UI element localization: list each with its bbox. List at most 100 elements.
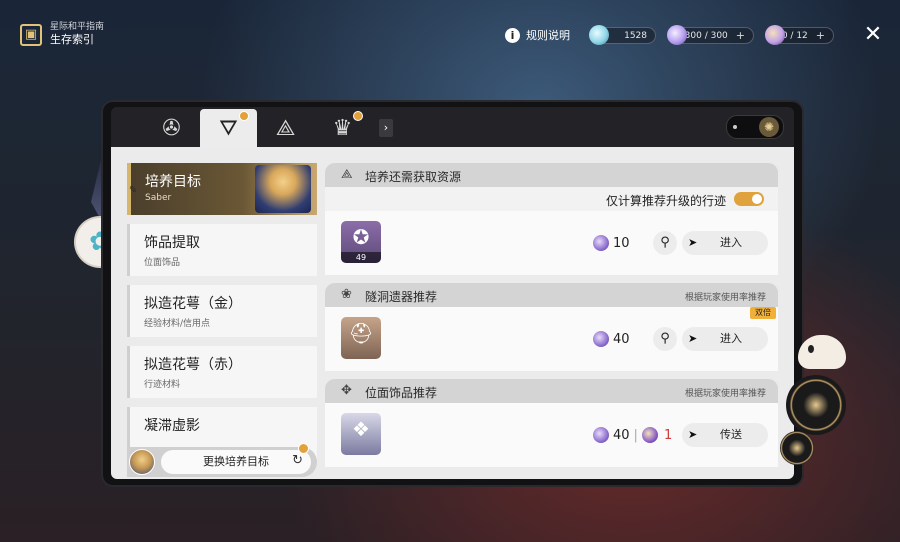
shield-triangle-icon: ⟁ <box>275 115 296 141</box>
chevron-right-icon[interactable]: › <box>379 119 393 137</box>
list-item[interactable]: 拟造花萼（赤） 行迹材料 <box>127 346 317 398</box>
brand-title: 生存索引 <box>50 33 94 46</box>
stamina-cost: 40 | 1 <box>593 423 672 447</box>
top-bar: ▣ 星际和平指南 生存索引 i 规则说明 1528 300 / 300 + 0 … <box>0 0 900 70</box>
tab-crest[interactable]: ♛ <box>314 109 371 147</box>
cost-value: 40 <box>613 331 630 347</box>
immersifier-icon <box>641 427 658 443</box>
section-header-planar: ✥ 位面饰品推荐 根据玩家使用率推荐 <box>325 379 778 403</box>
enter-button[interactable]: ➤ 进入 <box>682 327 768 351</box>
teleport-button[interactable]: ➤ 传送 <box>682 423 768 447</box>
black-flower-ornament <box>786 375 846 435</box>
stamina-cost: 10 <box>593 231 630 255</box>
trailblaze-power-icon <box>593 331 609 347</box>
planar-ornament-icon: ✥ <box>341 383 352 398</box>
relic-icon: ⛑ <box>348 321 374 345</box>
list-item-title: 饰品提取 <box>144 235 200 251</box>
relic-row: 双倍 ⛑ 40 ⚲ ➤ 进入 <box>325 307 778 371</box>
target-character-name: Saber <box>145 193 172 203</box>
cost-value: 40 <box>613 427 630 443</box>
material-icon: ✪ <box>352 225 370 249</box>
fuel-value: 0 / 12 <box>781 30 808 41</box>
relic-flower-icon: ❀ <box>341 287 352 302</box>
crest-icon: ♛ <box>332 115 353 141</box>
enter-label: 进入 <box>720 332 742 345</box>
new-badge-icon <box>353 111 363 121</box>
tab-target-tracker[interactable]: ⛛ <box>200 109 257 147</box>
enter-button[interactable]: ➤ 进入 <box>682 231 768 255</box>
tab-shield[interactable]: ⟁ <box>257 109 314 147</box>
stellar-jade-icon <box>589 25 609 45</box>
bird-mascot <box>798 335 846 369</box>
wheel-icon: ✇ <box>162 115 181 141</box>
recommended-traces-toggle[interactable] <box>734 192 764 206</box>
rules-label: 规则说明 <box>526 29 570 42</box>
swap-target-button[interactable]: 更换培养目标 <box>161 450 311 474</box>
brand-subtitle: 星际和平指南 <box>50 22 105 32</box>
pin-icon: ✎ <box>129 185 138 196</box>
avatar <box>129 449 155 475</box>
refresh-icon: ↻ <box>292 453 303 468</box>
info-icon: i <box>505 27 520 43</box>
close-icon[interactable]: ✕ <box>863 24 883 46</box>
toggle-knob <box>752 194 762 204</box>
stellar-jade-counter: 1528 <box>589 25 656 45</box>
immersifier-cost: 1 <box>663 427 673 443</box>
rules-button[interactable]: i 规则说明 <box>505 27 570 43</box>
arrow-icon: ➤ <box>688 236 698 249</box>
section-hint: 根据玩家使用率推荐 <box>684 389 766 399</box>
training-target-card[interactable]: ✎ 培养目标 Saber <box>127 163 317 215</box>
emblem-icon: ✺ <box>759 117 779 137</box>
trailblaze-power-icon <box>593 427 609 443</box>
tab-bar: ✇ ⛛ ⟁ ♛ › ✺ <box>111 107 794 147</box>
cost-value: 10 <box>613 235 630 251</box>
bird-flower-decoration <box>780 335 860 465</box>
section-title: 位面饰品推荐 <box>365 386 438 400</box>
list-item-title: 拟造花萼（赤） <box>144 357 242 373</box>
resource-sections: ⟁ 培养还需获取资源 仅计算推荐升级的行迹 ✪ 49 10 ⚲ ➤ 进入 ❀ 隧… <box>325 163 778 467</box>
double-drop-badge: 双倍 <box>750 307 776 319</box>
relic-item[interactable]: ⛑ <box>341 317 381 359</box>
left-list: ✎ 培养目标 Saber 饰品提取 位面饰品 拟造花萼（金） 经验材料/信用点 … <box>127 163 317 459</box>
list-item-subtitle: 位面饰品 <box>144 258 181 268</box>
add-fuel-button[interactable]: + <box>816 29 825 42</box>
content-area: ✎ 培养目标 Saber 饰品提取 位面饰品 拟造花萼（金） 经验材料/信用点 … <box>111 147 794 479</box>
material-item[interactable]: ✪ 49 <box>341 221 381 263</box>
target-tracker-icon: ⛛ <box>219 115 238 141</box>
trailblaze-power-icon <box>667 25 687 45</box>
brand: ▣ 星际和平指南 生存索引 <box>20 22 104 47</box>
list-item[interactable]: 饰品提取 位面饰品 <box>127 224 317 276</box>
planar-row: ❖ 40 | 1 ➤ 传送 <box>325 403 778 467</box>
section-title: 隧洞遗器推荐 <box>365 290 438 304</box>
list-item-subtitle: 经验材料/信用点 <box>144 319 211 329</box>
tab-wheel[interactable]: ✇ <box>143 109 200 147</box>
map-pin-icon[interactable]: ⚲ <box>653 231 677 255</box>
resource-row: ✪ 49 10 ⚲ ➤ 进入 <box>325 211 778 275</box>
guide-book-icon: ▣ <box>20 23 42 46</box>
enter-label: 进入 <box>720 236 742 249</box>
add-power-button[interactable]: + <box>736 29 745 42</box>
arrow-icon: ➤ <box>688 332 698 345</box>
planar-item[interactable]: ❖ <box>341 413 381 455</box>
planar-ornament-item-icon: ❖ <box>352 417 370 441</box>
navigation-arrow-icon: ➤ <box>688 428 698 441</box>
teleport-label: 传送 <box>720 428 742 441</box>
trailblaze-power-value: 300 / 300 <box>684 30 728 41</box>
section-title: 培养还需获取资源 <box>365 170 462 184</box>
section-header-resources: ⟁ 培养还需获取资源 <box>325 163 778 187</box>
dot-icon <box>733 125 737 129</box>
stamina-cost: 40 <box>593 327 630 351</box>
fuel-counter: 0 / 12 + <box>765 25 834 45</box>
new-badge-icon <box>298 443 309 454</box>
guide-panel: ✇ ⛛ ⟁ ♛ › ✺ ✎ 培养目标 Saber 饰品提取 位面饰品 拟造花萼（… <box>103 102 802 485</box>
list-item-subtitle: 行迹材料 <box>144 380 181 390</box>
emblem-chip[interactable]: ✺ <box>726 115 784 139</box>
filter-label: 仅计算推荐升级的行迹 <box>605 194 726 208</box>
list-item-title: 凝滞虚影 <box>144 418 200 434</box>
character-portrait <box>255 165 311 213</box>
filter-row: 仅计算推荐升级的行迹 <box>325 187 778 211</box>
trailblaze-power-counter: 300 / 300 + <box>667 25 754 45</box>
stellar-jade-value: 1528 <box>624 30 647 41</box>
list-item[interactable]: 拟造花萼（金） 经验材料/信用点 <box>127 285 317 337</box>
map-pin-icon[interactable]: ⚲ <box>653 327 677 351</box>
